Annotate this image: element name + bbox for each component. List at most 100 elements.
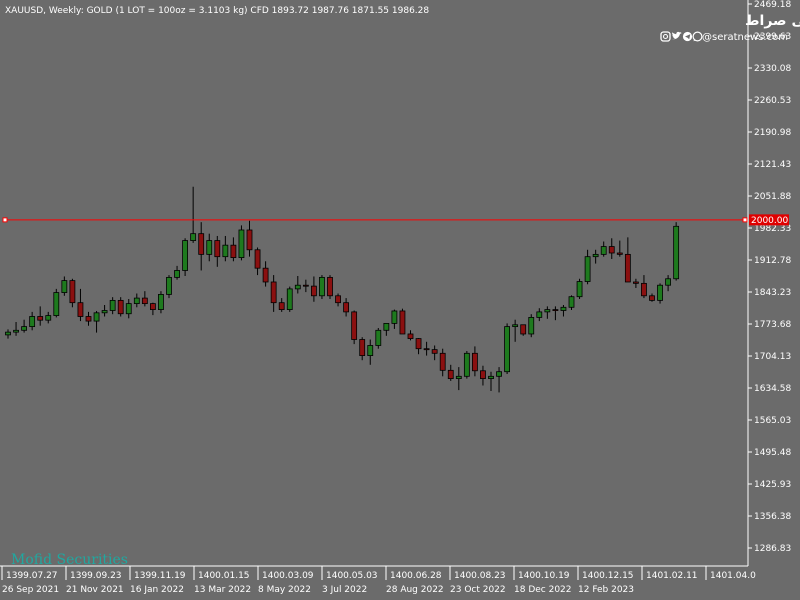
candle-body-bear bbox=[431, 349, 438, 354]
candle-body-bull bbox=[463, 352, 470, 377]
candle-body-bull bbox=[45, 315, 52, 321]
candle-body-bear bbox=[439, 352, 446, 371]
candle-body-bull bbox=[101, 310, 108, 314]
price-tick-label: 2190.98 bbox=[754, 128, 791, 138]
candle-body-bull bbox=[190, 233, 197, 241]
candle-body-bear bbox=[415, 338, 422, 350]
candle-body-bear bbox=[407, 333, 414, 339]
price-tick-label: 1843.23 bbox=[754, 288, 791, 298]
candle bbox=[657, 283, 663, 304]
candle-body-bull bbox=[13, 329, 19, 333]
price-tick-label: 1495.48 bbox=[754, 448, 791, 458]
candle-body-bear bbox=[624, 253, 631, 283]
level-line-right-handle[interactable] bbox=[742, 217, 748, 223]
brand-title: پایگاه خبری تحلیلی صراط bbox=[745, 12, 800, 29]
candle-body-bear bbox=[310, 285, 317, 297]
candle bbox=[238, 225, 245, 261]
price-tick-label: 2260.53 bbox=[754, 96, 791, 106]
candle-body-bear bbox=[480, 370, 486, 380]
candle-body-bear bbox=[423, 348, 430, 351]
candle-body-bear bbox=[270, 281, 277, 304]
price-tick-label: 1773.68 bbox=[754, 320, 791, 330]
candle bbox=[182, 238, 189, 277]
time-tick-label-gregorian: 18 Dec 2022 bbox=[514, 585, 572, 595]
candle-body-bear bbox=[520, 324, 527, 335]
candle-body-bear bbox=[77, 302, 84, 317]
candle-body-bear bbox=[117, 299, 124, 315]
candle-body-bull bbox=[222, 244, 229, 258]
time-tick-label-gregorian: 8 May 2022 bbox=[258, 585, 311, 595]
time-tick-label-persian: 1399.11.19 bbox=[134, 571, 186, 581]
price-tick-label: 2330.08 bbox=[754, 64, 791, 74]
candle bbox=[319, 275, 325, 300]
candle bbox=[117, 297, 124, 317]
candle bbox=[286, 286, 293, 312]
candle-body-bull bbox=[294, 284, 301, 290]
candle-body-bull bbox=[528, 317, 535, 335]
candle bbox=[399, 308, 406, 335]
candle-body-bear bbox=[254, 249, 261, 269]
candle-body-bull bbox=[125, 303, 132, 315]
candle-body-bull bbox=[391, 310, 398, 324]
price-tick-label: 1704.13 bbox=[754, 352, 791, 362]
candle-body-bear bbox=[302, 284, 309, 287]
candle bbox=[69, 278, 76, 308]
candle-body-bear bbox=[278, 302, 285, 310]
price-tick-label: 1634.58 bbox=[754, 384, 791, 394]
candle-body-bull bbox=[576, 281, 583, 298]
candle-body-bull bbox=[665, 278, 671, 286]
candle-body-bear bbox=[262, 267, 269, 283]
candle-body-bear bbox=[616, 252, 623, 255]
time-tick-label-persian: 1400.01.15 bbox=[198, 571, 250, 581]
candle-body-bear bbox=[471, 352, 478, 372]
time-tick-label-persian: 1400.12.15 bbox=[582, 571, 634, 581]
candle-body-bear bbox=[246, 229, 253, 251]
candle-body-bull bbox=[174, 270, 180, 278]
price-chart[interactable]: 2469.182399.632330.082260.532190.982121.… bbox=[0, 0, 800, 600]
candle-body-bull bbox=[560, 306, 567, 311]
candle-body-bear bbox=[327, 276, 333, 297]
symbol-info-line: XAUUSD, Weekly: GOLD (1 LOT = 100oz = 3.… bbox=[5, 6, 429, 16]
candle-body-bear bbox=[399, 310, 406, 335]
candle-body-bull bbox=[536, 311, 543, 318]
time-tick-label-persian: 1400.08.23 bbox=[454, 571, 506, 581]
candle-body-bull bbox=[53, 292, 60, 316]
candle-body-bull bbox=[512, 324, 519, 328]
candle-body-bull bbox=[238, 229, 245, 258]
candle-body-bull bbox=[488, 375, 494, 380]
time-tick-label-persian: 1400.10.19 bbox=[518, 571, 570, 581]
price-tick-label: 1565.03 bbox=[754, 416, 791, 426]
price-tick-label: 2469.18 bbox=[754, 0, 791, 10]
time-tick-label-gregorian: 13 Mar 2022 bbox=[194, 585, 251, 595]
candle-body-bull bbox=[158, 294, 164, 310]
candle-body-bull bbox=[109, 299, 116, 311]
candle-body-bull bbox=[5, 331, 11, 336]
candle-body-bull bbox=[182, 240, 189, 271]
candle-body-bear bbox=[198, 233, 205, 255]
time-tick-label-gregorian: 26 Sep 2021 bbox=[2, 585, 59, 595]
candle-body-bear bbox=[649, 295, 655, 301]
price-tick-label: 1286.83 bbox=[754, 544, 791, 554]
candle-body-bear bbox=[69, 280, 76, 304]
candle-body-bull bbox=[133, 297, 140, 305]
candle-body-bear bbox=[85, 316, 92, 322]
time-tick-label-gregorian: 21 Nov 2021 bbox=[66, 585, 124, 595]
candle-body-bull bbox=[206, 240, 213, 255]
time-tick-label-gregorian: 12 Feb 2023 bbox=[578, 585, 634, 595]
level-price-tag-text: 2000.00 bbox=[751, 216, 788, 226]
candle-body-bull bbox=[286, 288, 293, 310]
candle-body-bull bbox=[600, 246, 607, 255]
time-tick-label-gregorian: 3 Jul 2022 bbox=[322, 585, 367, 595]
time-tick-label-persian: 1400.03.09 bbox=[262, 571, 314, 581]
time-tick-label-gregorian: 16 Jan 2022 bbox=[130, 585, 184, 595]
candle-body-bull bbox=[61, 280, 68, 293]
candle-body-bull bbox=[166, 276, 172, 295]
candle-body-bear bbox=[641, 282, 647, 297]
candle-body-bear bbox=[214, 240, 221, 258]
candle bbox=[504, 323, 511, 375]
level-line-left-handle[interactable] bbox=[2, 217, 8, 223]
candle bbox=[375, 327, 382, 349]
candle-body-bear bbox=[230, 244, 237, 258]
candle-body-bull bbox=[455, 375, 462, 380]
candle-body-bear bbox=[447, 369, 454, 380]
